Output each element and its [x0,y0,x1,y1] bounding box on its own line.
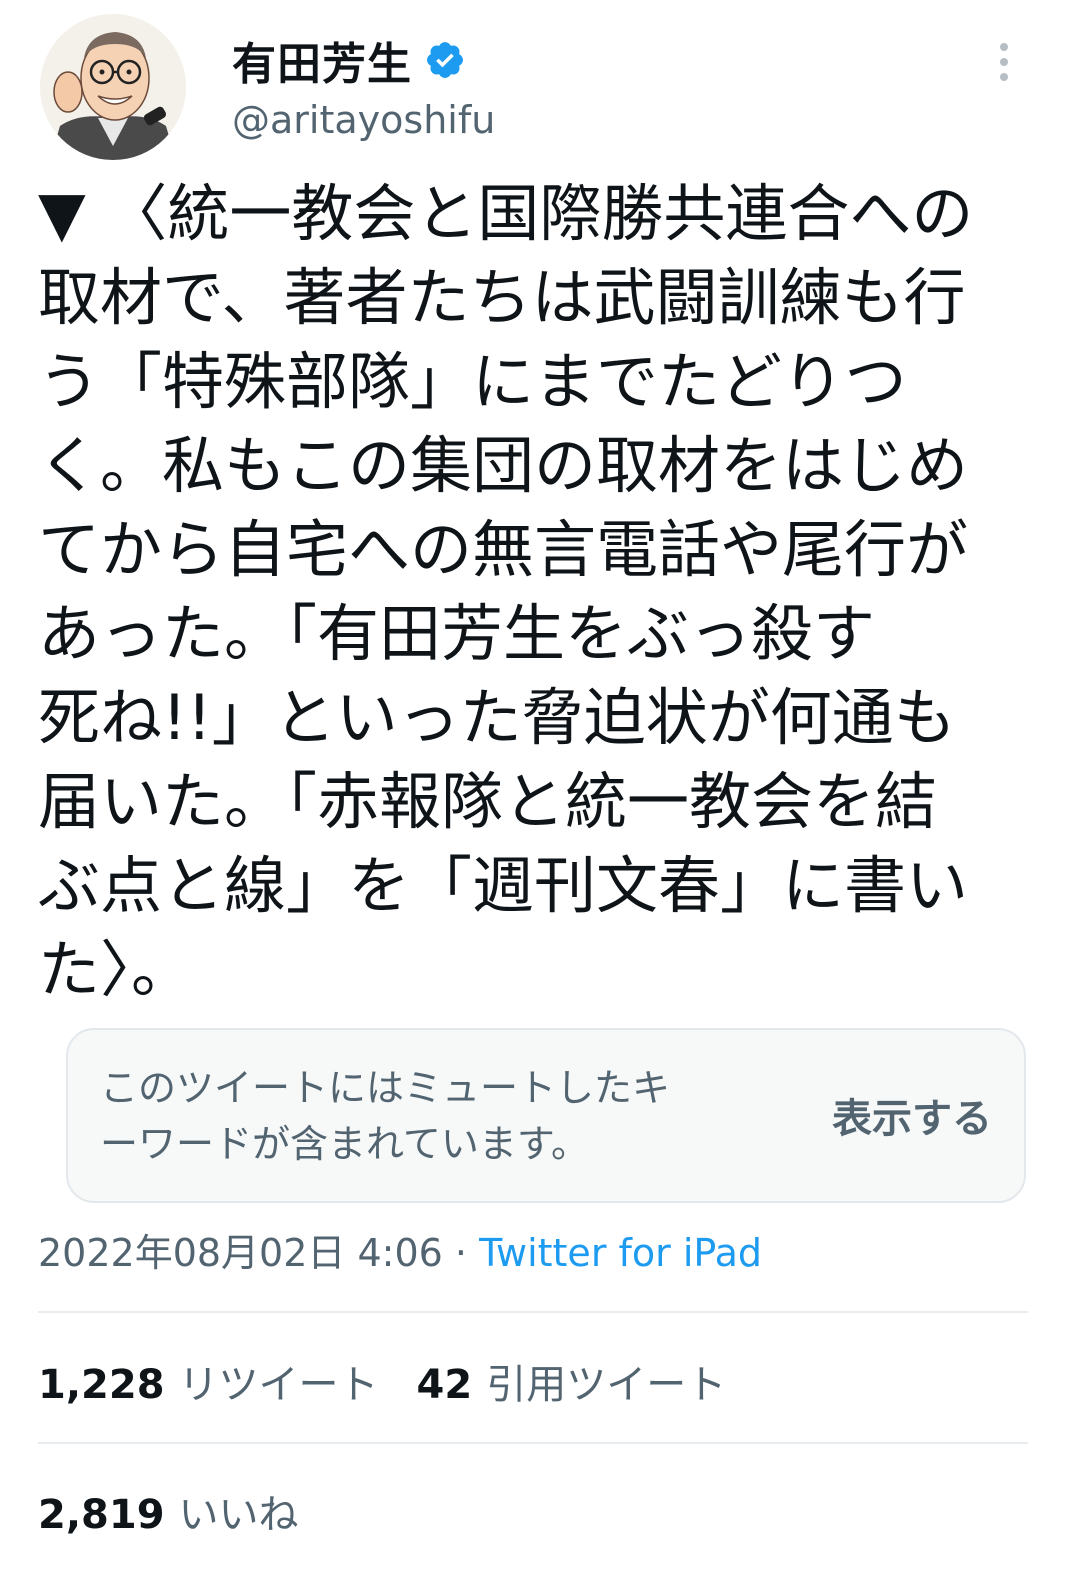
tweet-text-line: ▼ 〈統一教会と国際勝共連合への [38,177,974,250]
quote-label: 引用ツイート [486,1362,727,1408]
retweet-label: リツイート [178,1362,379,1408]
like-label: いいね [178,1492,299,1538]
tweet-text-line: 死ね!!」といった脅迫状が何通も [38,681,956,754]
retweet-count: 1,228 [38,1362,165,1408]
user-handle[interactable]: @aritayoshifu [232,98,495,142]
likes-stat[interactable]: 2,819 いいね [38,1492,299,1538]
timestamp[interactable]: 2022年08月02日 4:06 [38,1231,443,1275]
likes-stats-row: 2,819 いいね [38,1482,299,1540]
avatar[interactable] [40,14,186,160]
display-name[interactable]: 有田芳生 [232,32,466,90]
muted-notice-line: このツイートにはミュートしたキ [100,1066,671,1110]
retweet-stats-row: 1,228 リツイート 42 引用ツイート [38,1352,726,1410]
divider [38,1442,1028,1444]
divider [38,1311,1028,1313]
display-name-text[interactable]: 有田芳生 [232,28,412,92]
tweet-text-line: た〉。 [38,933,194,1006]
muted-content-notice: このツイートにはミュートしたキ ーワードが含まれています。 表示する [66,1028,1026,1203]
tweet-text-line: てから自宅への無言電話や尾行が [38,513,969,586]
like-count: 2,819 [38,1492,165,1538]
retweets-stat[interactable]: 1,228 リツイート [38,1362,379,1408]
tweet-text-line: う「特殊部隊」にまでたどりつ [38,345,907,418]
tweet-text-line: ぶ点と線」を「週刊文春」に書い [38,849,969,922]
tweet-text: ▼ 〈統一教会と国際勝共連合への 取材で、著者たちは武闘訓練も行 う「特殊部隊」… [38,172,1038,1012]
tweet-text-line: 取材で、著者たちは武闘訓練も行 [38,261,966,334]
tweet-text-line: 届いた。「赤報隊と統一教会を結 [38,765,938,838]
meta-separator: · [442,1231,480,1275]
quotes-stat[interactable]: 42 引用ツイート [417,1362,727,1408]
more-options-icon[interactable] [982,34,1026,90]
quote-count: 42 [416,1362,473,1408]
verified-badge-icon [424,39,466,81]
tweet-text-line: く。私もこの集団の取材をはじめ [38,429,969,502]
source-link[interactable]: Twitter for iPad [479,1231,762,1275]
tweet-text-line: あった。「有田芳生をぶっ殺す [38,597,876,670]
show-muted-button[interactable]: 表示する [832,1086,992,1144]
muted-notice-line: ーワードが含まれています。 [100,1122,590,1166]
muted-notice-text: このツイートにはミュートしたキ ーワードが含まれています。 [100,1060,790,1172]
tweet-meta: 2022年08月02日 4:06 · Twitter for iPad [38,1222,762,1277]
